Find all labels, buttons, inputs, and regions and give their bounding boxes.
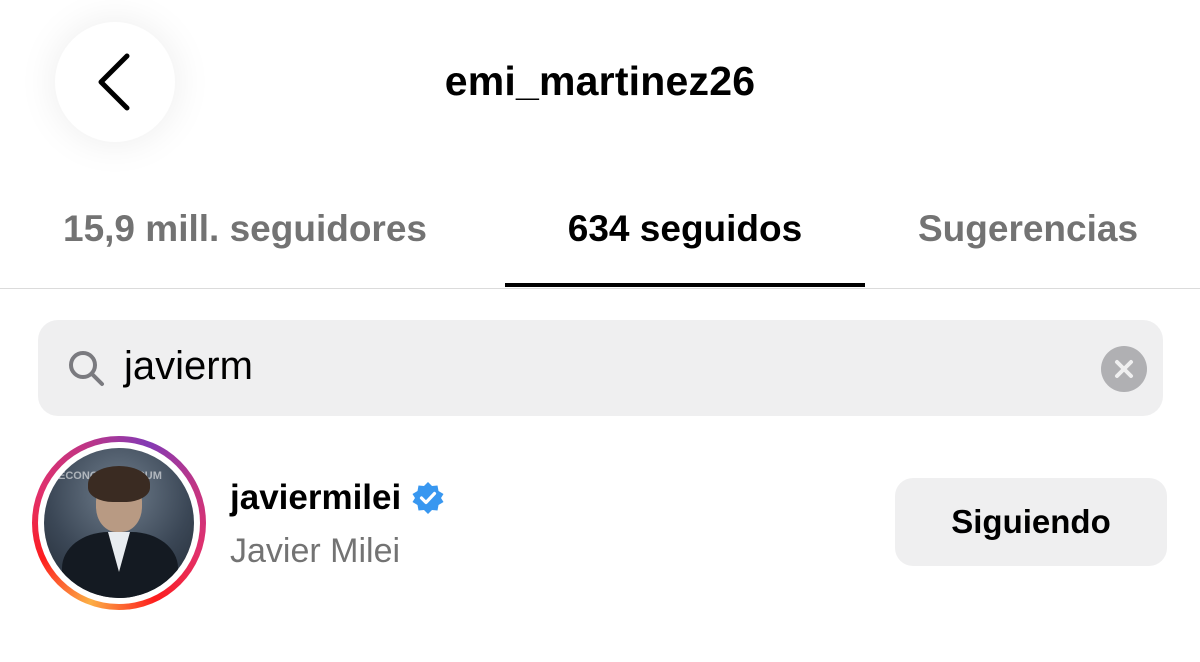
back-button[interactable] [55, 22, 175, 142]
tab-followers[interactable]: 15,9 mill. seguidores [63, 208, 427, 250]
search-icon [69, 351, 104, 386]
search-input[interactable]: javierm [38, 320, 1163, 416]
avatar-gap: ECONOMIC FORUM [38, 442, 200, 604]
username-row: javiermilei [230, 478, 445, 518]
list-item[interactable]: ECONOMIC FORUM javiermilei Javier Milei … [0, 430, 1200, 610]
tab-bar: 15,9 mill. seguidores 634 seguidos Suger… [0, 190, 1200, 289]
clear-search-button[interactable] [1101, 346, 1147, 392]
story-ring[interactable]: ECONOMIC FORUM [32, 436, 206, 610]
avatar: ECONOMIC FORUM [44, 448, 194, 598]
full-name: Javier Milei [230, 532, 401, 570]
search-query[interactable]: javierm [124, 344, 253, 389]
username[interactable]: javiermilei [230, 478, 401, 518]
following-screen: emi_martinez26 15,9 mill. seguidores 634… [0, 0, 1200, 662]
tab-following[interactable]: 634 seguidos [505, 208, 865, 250]
clear-icon [1115, 360, 1133, 378]
page-title: emi_martinez26 [444, 58, 756, 104]
chevron-left-icon [98, 53, 130, 111]
active-tab-indicator [505, 283, 865, 287]
following-button[interactable]: Siguiendo [895, 478, 1167, 566]
verified-badge-icon [412, 482, 444, 514]
avatar-person-hair [88, 466, 150, 502]
tab-suggestions[interactable]: Sugerencias [918, 208, 1138, 250]
